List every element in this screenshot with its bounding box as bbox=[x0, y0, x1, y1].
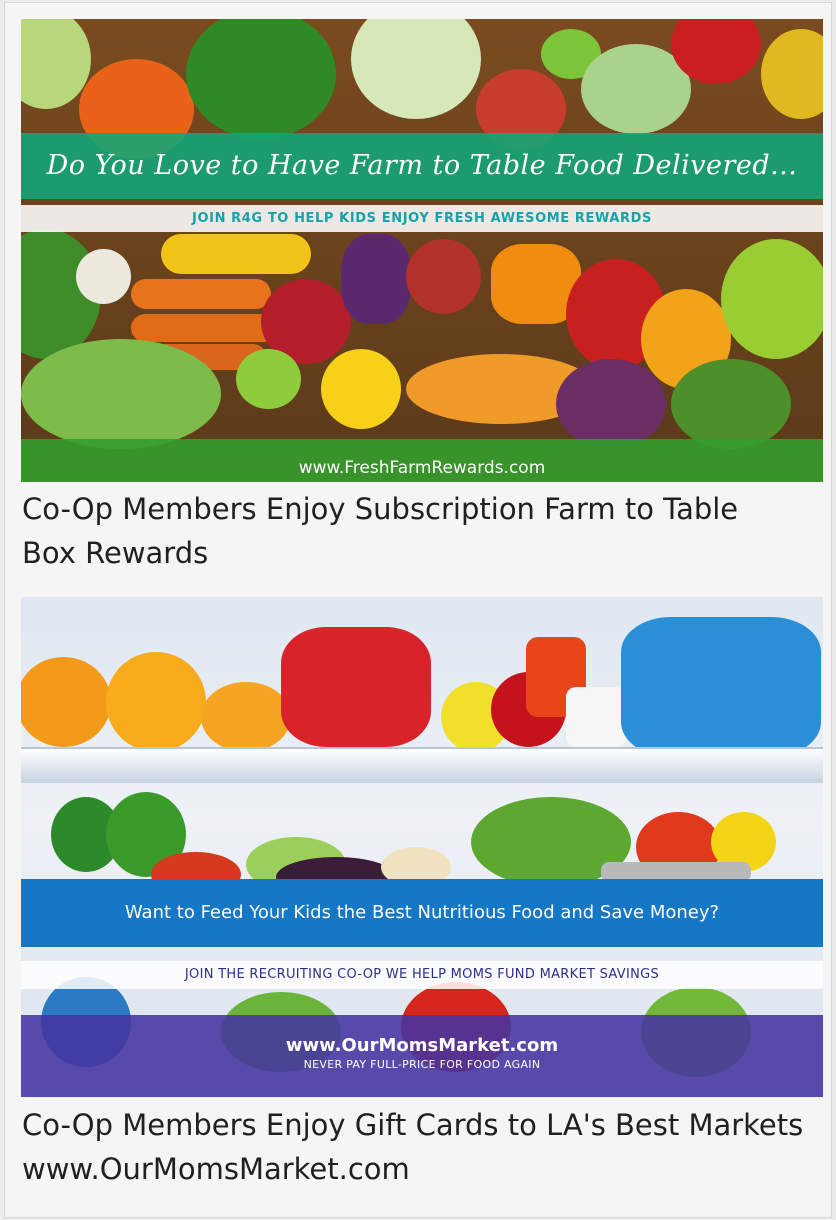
fresh-farm-rewards-banner[interactable]: Do You Love to Have Farm to Table Food D… bbox=[21, 19, 823, 482]
join-r4g-tagline: JOIN R4G TO HELP KIDS ENJOY FRESH AWESOM… bbox=[21, 205, 823, 232]
fresh-farm-rewards-url[interactable]: www.FreshFarmRewards.com bbox=[21, 439, 823, 482]
our-moms-market-banner[interactable]: Want to Feed Your Kids the Best Nutritio… bbox=[21, 597, 823, 1097]
card-caption[interactable]: Co-Op Members Enjoy Gift Cards to LA's B… bbox=[22, 1103, 822, 1191]
caption-line: Box Rewards bbox=[22, 536, 209, 570]
card-caption[interactable]: Co-Op Members Enjoy Subscription Farm to… bbox=[22, 487, 822, 575]
our-moms-market-url[interactable]: www.OurMomsMarket.com bbox=[21, 1035, 823, 1057]
our-moms-market-url-band[interactable]: www.OurMomsMarket.com NEVER PAY FULL-PRI… bbox=[21, 1015, 823, 1097]
fridge-shelf bbox=[21, 747, 823, 783]
caption-line: Co-Op Members Enjoy Subscription Farm to… bbox=[22, 492, 739, 526]
save-money-headline: Want to Feed Your Kids the Best Nutritio… bbox=[21, 879, 823, 947]
vegetables-photo bbox=[21, 19, 823, 482]
never-pay-full-price-tagline: NEVER PAY FULL-PRICE FOR FOOD AGAIN bbox=[303, 1058, 541, 1071]
recruiting-co-op-tagline: JOIN THE RECRUITING CO-OP WE HELP MOMS F… bbox=[21, 961, 823, 989]
caption-line: Co-Op Members Enjoy Gift Cards to LA's B… bbox=[22, 1108, 804, 1142]
farm-to-table-headline: Do You Love to Have Farm to Table Food D… bbox=[21, 133, 823, 199]
caption-line: www.OurMomsMarket.com bbox=[22, 1152, 410, 1186]
page: Do You Love to Have Farm to Table Food D… bbox=[4, 2, 832, 1218]
